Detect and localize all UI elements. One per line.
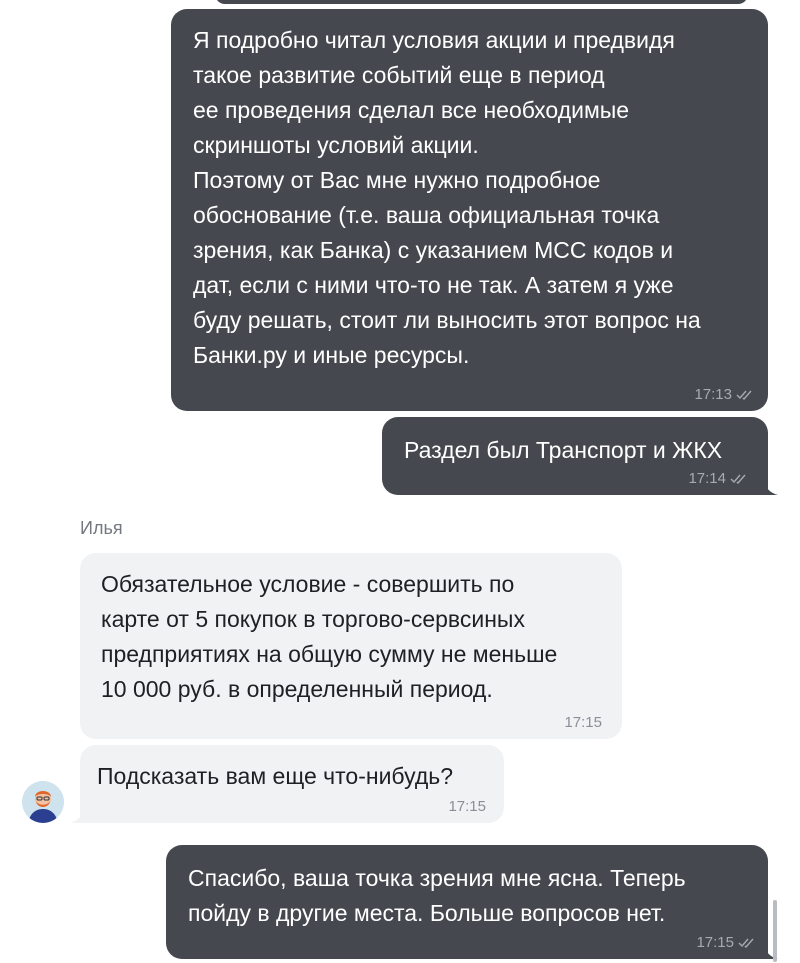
message-outgoing[interactable]: Я подробно читал условия акции и предвид…	[171, 9, 768, 411]
scrollbar-thumb[interactable]	[773, 900, 777, 962]
sender-name: Илья	[80, 518, 123, 538]
message-incoming[interactable]: Подсказать вам еще что-нибудь? 17:15	[70, 745, 504, 823]
message-time: 17:15	[564, 714, 602, 731]
message-text: Я подробно читал условия акции и предвид…	[193, 27, 701, 368]
message-meta: 17:15	[696, 934, 756, 951]
message-meta: 17:14	[688, 470, 748, 487]
message-time: 17:15	[448, 798, 486, 815]
double-check-icon	[730, 474, 746, 484]
message-incoming[interactable]: Обязательное условие - совершить по карт…	[80, 553, 622, 739]
previous-message-bubble-edge	[215, 0, 748, 4]
message-meta: 17:13	[694, 386, 754, 403]
message-text: Обязательное условие - совершить по карт…	[101, 571, 558, 702]
double-check-icon	[738, 938, 754, 948]
message-time: 17:13	[694, 386, 732, 403]
message-meta: 17:15	[564, 714, 602, 731]
message-meta: 17:15	[448, 798, 486, 815]
message-outgoing[interactable]: Спасибо, ваша точка зрения мне ясна. Теп…	[166, 845, 778, 959]
message-text: Подсказать вам еще что-нибудь?	[97, 763, 454, 789]
message-text: Спасибо, ваша точка зрения мне ясна. Теп…	[188, 865, 686, 926]
bubble-tail	[762, 477, 778, 495]
message-outgoing[interactable]: Раздел был Транспорт и ЖКХ 17:14	[382, 417, 778, 495]
message-text: Раздел был Транспорт и ЖКХ	[404, 437, 723, 463]
message-time: 17:15	[696, 934, 734, 951]
double-check-icon	[736, 390, 752, 400]
message-time: 17:14	[688, 470, 726, 487]
avatar-illustration-icon	[22, 781, 64, 823]
bank-operator-avatar-icon[interactable]	[22, 781, 64, 823]
bubble-tail	[70, 805, 86, 823]
